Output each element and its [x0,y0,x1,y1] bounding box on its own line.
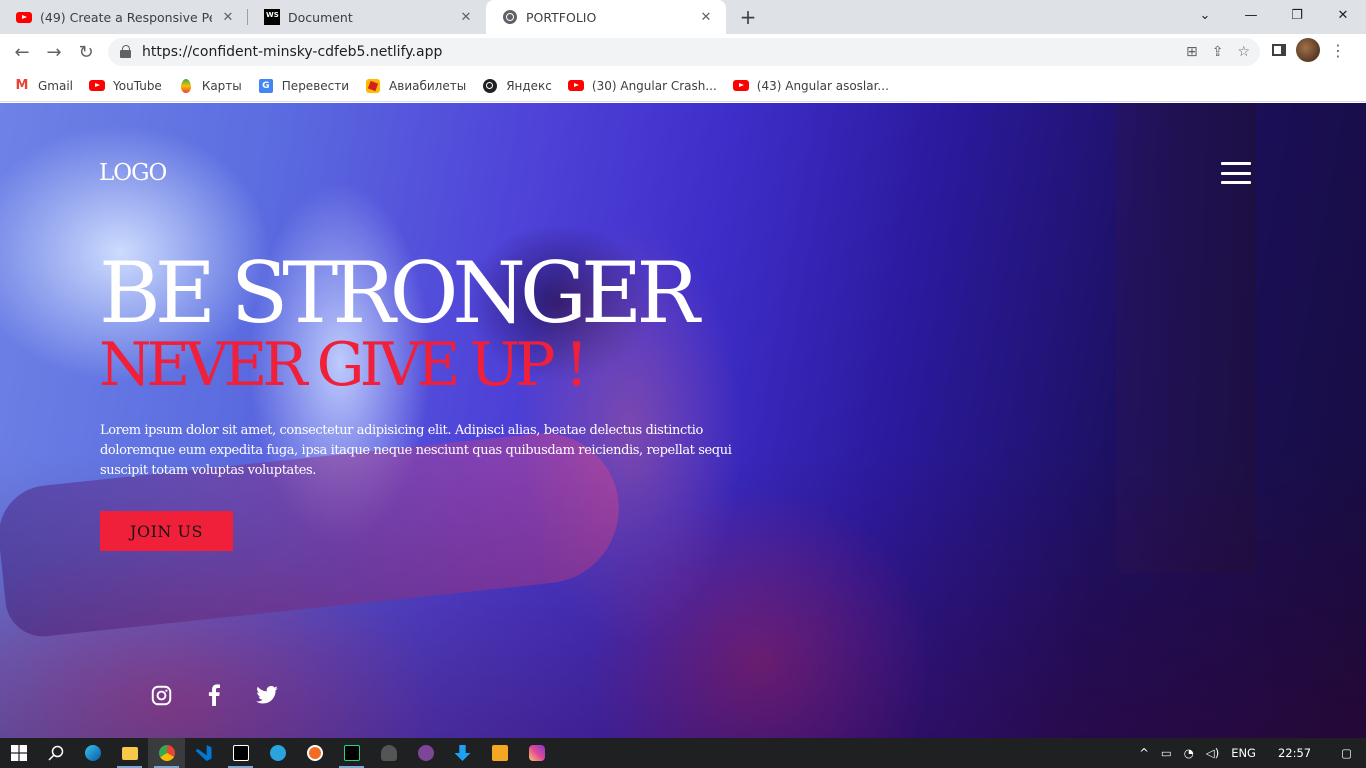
social-links [150,684,278,706]
download-app-icon[interactable] [444,738,481,768]
avatar[interactable] [1296,38,1320,62]
youtube-icon [732,78,749,94]
tab-portfolio[interactable]: PORTFOLIO ✕ [486,0,726,34]
system-tray: ^ ▭ ◔ ◁) ENG 22:57 ▢ [1133,738,1366,768]
tab-title: Document [288,9,353,25]
minimize-button[interactable]: — [1228,0,1274,30]
notifications-icon[interactable]: ▢ [1327,746,1366,760]
tab-search-icon[interactable]: ⌄ [1182,0,1228,30]
side-panel-icon[interactable] [1272,44,1286,56]
youtube-icon [567,78,584,94]
bookmark-label: (30) Angular Crash... [591,78,717,93]
bookmark-star-icon[interactable]: ☆ [1237,44,1250,60]
tab-youtube[interactable]: (49) Create a Responsive Persona ✕ [0,0,248,34]
address-bar[interactable]: https://confident-minsky-cdfeb5.netlify.… [108,38,1260,66]
close-icon[interactable]: ✕ [458,9,474,25]
close-icon[interactable]: ✕ [698,9,714,25]
bookmark-label: YouTube [113,78,162,93]
chrome-icon[interactable] [148,738,185,768]
windows-taskbar: ^ ▭ ◔ ◁) ENG 22:57 ▢ [0,738,1366,768]
reload-icon[interactable]: ↻ [72,38,100,66]
tab-title: (49) Create a Responsive Persona [40,9,212,25]
bookmark-angular-crash[interactable]: (30) Angular Crash... [567,78,717,94]
bookmark-maps[interactable]: Карты [178,78,242,94]
share-icon[interactable]: ⇪ [1212,44,1224,60]
hero-subheadline: NEVER GIVE UP ! [99,330,589,400]
bookmark-label: (43) Angular asoslar... [756,78,889,93]
bookmark-label: Яндекс [506,78,552,93]
browser-toolbar: ← → ↻ https://confident-minsky-cdfeb5.ne… [0,34,1366,70]
bookmark-translate[interactable]: G Перевести [258,78,349,94]
instagram-icon[interactable] [150,684,172,706]
bookmark-label: Карты [201,78,242,93]
logo[interactable]: LOGO [99,160,167,186]
edge-icon[interactable] [74,738,111,768]
telegram-icon[interactable] [259,738,296,768]
bookmark-label: Авиабилеты [389,78,467,93]
aviasales-icon [365,78,381,94]
yandex-icon [482,78,498,94]
hamburger-menu-icon[interactable] [1221,162,1251,184]
clock[interactable]: 22:57 [1262,746,1327,760]
translate-icon: G [258,78,274,94]
search-icon[interactable] [37,738,74,768]
tab-document[interactable]: WS Document ✕ [248,0,486,34]
close-icon[interactable]: ✕ [220,9,236,25]
youtube-icon [16,9,32,25]
bookmark-youtube[interactable]: YouTube [89,78,162,94]
bookmark-yandex[interactable]: Яндекс [482,78,552,94]
windows-start-icon[interactable] [0,738,37,768]
maps-icon [178,78,194,94]
back-arrow-icon[interactable]: ← [8,38,36,66]
hero-description: Lorem ipsum dolor sit amet, consectetur … [100,423,732,478]
lock-icon[interactable] [120,45,132,59]
bookmark-label: Gmail [38,78,74,93]
bookmark-label: Перевести [281,78,350,93]
tor-browser-icon[interactable] [407,738,444,768]
browser-tab-strip: (49) Create a Responsive Persona ✕ WS Do… [0,0,1366,34]
new-tab-button[interactable]: + [736,5,760,29]
counter-strike-icon[interactable] [481,738,518,768]
webstorm-icon: WS [264,9,280,25]
close-window-button[interactable]: ✕ [1320,0,1366,30]
hero-headline: BE STRONGER [99,244,700,342]
restore-button[interactable]: ❐ [1274,0,1320,30]
tab-title: PORTFOLIO [526,9,597,25]
vscode-icon[interactable] [185,738,222,768]
twitter-icon[interactable] [256,684,278,706]
intellij-icon[interactable] [222,738,259,768]
hero-section: LOGO BE STRONGER NEVER GIVE UP ! Lorem i… [0,103,1366,738]
forward-arrow-icon[interactable]: → [40,38,68,66]
language-indicator[interactable]: ENG [1225,746,1262,760]
file-explorer-icon[interactable] [111,738,148,768]
youtube-icon [89,78,106,94]
webstorm-icon[interactable] [333,738,370,768]
facebook-icon[interactable] [203,684,225,706]
battery-icon[interactable]: ▭ [1155,746,1178,760]
gmail-icon: M [15,78,29,93]
bookmark-aviasales[interactable]: Авиабилеты [365,78,466,94]
join-us-button[interactable]: JOIN US [100,511,233,551]
octopus-app-icon[interactable] [370,738,407,768]
bookmarks-bar: M Gmail YouTube Карты G Перевести Авиаби… [0,70,1366,102]
menu-kebab-icon[interactable]: ⋮ [1330,41,1346,60]
bookmark-gmail[interactable]: M Gmail [14,78,73,94]
instagram-app-icon[interactable] [518,738,555,768]
basketball-app-icon[interactable] [296,738,333,768]
wifi-icon[interactable]: ◔ [1178,746,1200,760]
globe-icon [502,9,518,25]
url-text[interactable]: https://confident-minsky-cdfeb5.netlify.… [142,44,442,60]
translate-icon[interactable]: ⊞ [1186,44,1198,60]
chevron-up-icon[interactable]: ^ [1133,746,1155,760]
bookmark-angular-asoslar[interactable]: (43) Angular asoslar... [732,78,889,94]
speaker-icon[interactable]: ◁) [1200,746,1225,760]
